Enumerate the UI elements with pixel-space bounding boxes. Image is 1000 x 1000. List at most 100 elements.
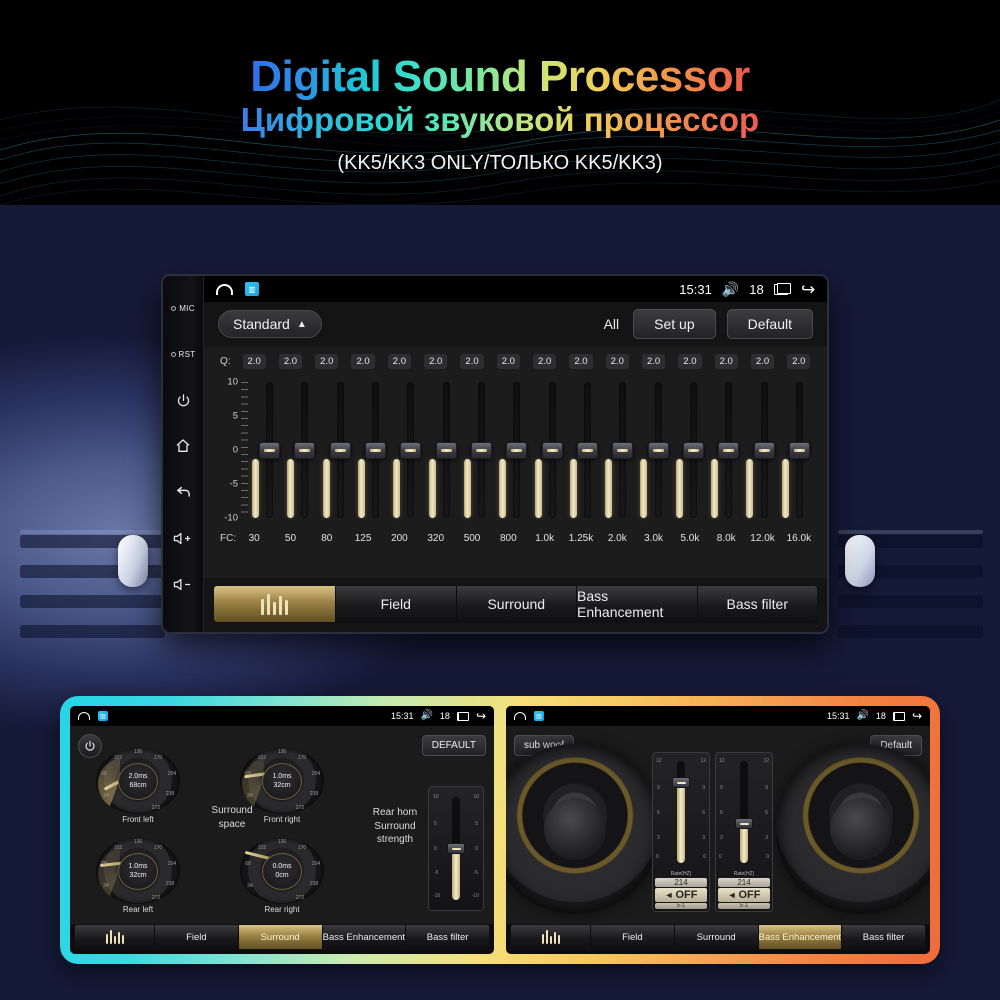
mini-app-icon-left[interactable]: ▥ <box>98 711 108 721</box>
bass-thumb-right[interactable] <box>735 818 753 829</box>
slider-thumb[interactable] <box>541 442 563 459</box>
mini-recents-icon-left[interactable] <box>456 711 469 721</box>
slider-thumb[interactable] <box>718 442 740 459</box>
statusbar-home-icon[interactable] <box>216 283 233 295</box>
q-value[interactable]: 2.0 <box>641 353 666 369</box>
q-value[interactable]: 2.0 <box>533 353 557 369</box>
mini-tab-equalizer-left[interactable] <box>75 925 155 949</box>
mini-app-icon-right[interactable]: ▥ <box>534 711 544 721</box>
mini-back-icon-right[interactable]: ↩ <box>912 709 922 723</box>
eq-band-slider[interactable] <box>357 374 393 526</box>
slider-thumb[interactable] <box>400 442 422 459</box>
slider-thumb[interactable] <box>506 442 528 459</box>
mini-tab-bass-enhancement-left[interactable]: Bass Enhancement <box>322 925 407 949</box>
q-value[interactable]: 2.0 <box>496 353 520 369</box>
statusbar-app-icon[interactable]: ▥ <box>245 282 259 296</box>
slider-thumb[interactable] <box>435 442 457 459</box>
eq-band-slider[interactable] <box>499 374 534 526</box>
woofer-right <box>776 744 930 914</box>
eq-band-slider[interactable] <box>746 374 781 526</box>
mini-tab-field-left[interactable]: Field <box>155 925 239 949</box>
back-button[interactable] <box>163 470 204 514</box>
mini-back-icon-left[interactable]: ↩ <box>476 709 486 723</box>
power-button[interactable] <box>163 378 204 422</box>
surround-default-button[interactable]: DEFAULT <box>421 735 486 756</box>
rear-horn-slider[interactable]: 10 5 0 -5 -10 10 5 0 -5 -10 <box>428 786 484 911</box>
mini-tab-bass-filter-right[interactable]: Bass filter <box>842 925 925 949</box>
q-value[interactable]: 2.0 <box>460 353 484 369</box>
eq-band-slider[interactable] <box>463 374 499 526</box>
slider-thumb[interactable] <box>753 442 775 459</box>
eq-band-slider[interactable] <box>287 374 322 526</box>
mini-tab-surround-left[interactable]: Surround <box>238 925 323 949</box>
mini-home-icon-right[interactable] <box>514 712 526 720</box>
rear-slider-thumb[interactable] <box>447 843 465 854</box>
mini-tab-bass-filter-left[interactable]: Bass filter <box>406 925 489 949</box>
tab-surround[interactable]: Surround <box>456 586 577 622</box>
knob-rear-right[interactable]: 0.0ms 0cm 136 170 204 238 272 102 68 34 … <box>240 838 324 914</box>
q-value[interactable]: 2.0 <box>714 353 738 369</box>
setup-button[interactable]: Set up <box>633 309 716 339</box>
mini-tab-bass-enhancement-right[interactable]: Bass Enhancement <box>758 925 843 949</box>
home-button[interactable] <box>163 424 204 468</box>
bass-toggle-left[interactable]: ◄ OFF <box>655 888 707 902</box>
q-value[interactable]: 2.0 <box>242 353 266 369</box>
statusbar-back-icon[interactable]: ↩ <box>801 280 815 299</box>
q-value[interactable]: 2.0 <box>278 353 303 369</box>
volume-up-button[interactable] <box>163 516 204 560</box>
preset-selector[interactable]: Standard ▲ <box>218 310 322 338</box>
slider-thumb[interactable] <box>682 442 704 459</box>
bass-slider-left[interactable]: 12 9 6 3 0 12 9 6 3 0 <box>653 753 709 869</box>
tab-equalizer[interactable] <box>214 586 336 622</box>
default-button[interactable]: Default <box>726 309 813 339</box>
slider-thumb[interactable] <box>365 442 387 459</box>
tab-field[interactable]: Field <box>336 586 457 622</box>
eq-band-slider[interactable] <box>428 374 464 526</box>
reset-indicator[interactable]: RST <box>163 332 204 376</box>
tab-bass-filter[interactable]: Bass filter <box>697 586 817 622</box>
knob-rear-left[interactable]: 1.0ms 32cm 136 170 204 238 272 102 68 34… <box>96 838 180 914</box>
slider-thumb[interactable] <box>788 442 810 459</box>
slider-thumb[interactable] <box>647 442 669 459</box>
bass-slider-right[interactable]: 12 9 6 3 0 12 9 6 3 0 <box>716 753 772 869</box>
q-value[interactable]: 2.0 <box>315 353 339 369</box>
eq-band-slider[interactable] <box>675 374 711 526</box>
eq-band-slider[interactable] <box>605 374 640 526</box>
mini-tab-surround-right[interactable]: Surround <box>674 925 759 949</box>
statusbar-recents-icon[interactable] <box>773 283 791 295</box>
slider-thumb[interactable] <box>576 442 598 459</box>
slider-thumb[interactable] <box>294 442 316 459</box>
slider-thumb[interactable] <box>471 442 493 459</box>
slider-thumb[interactable] <box>329 442 351 459</box>
eq-band-slider[interactable] <box>393 374 428 526</box>
mini-recents-icon-right[interactable] <box>892 711 905 721</box>
q-value[interactable]: 2.0 <box>387 353 412 369</box>
q-value[interactable]: 2.0 <box>787 353 811 369</box>
tab-bass-enhancement[interactable]: Bass Enhancement <box>577 586 698 622</box>
eq-band-slider[interactable] <box>640 374 675 526</box>
eq-band-slider[interactable] <box>252 374 287 526</box>
mini-tab-field-right[interactable]: Field <box>591 925 675 949</box>
mini-tab-equalizer-right[interactable] <box>511 925 591 949</box>
knob-front-left[interactable]: 2.0ms 68cm 136 170 204 238 272 102 68 34… <box>96 748 180 824</box>
q-value[interactable]: 2.0 <box>750 353 775 369</box>
bass-toggle-right[interactable]: ◄ OFF <box>718 888 770 902</box>
slider-thumb[interactable] <box>612 442 634 459</box>
q-value[interactable]: 2.0 <box>569 353 593 369</box>
q-value[interactable]: 2.0 <box>424 353 448 369</box>
eq-band-slider[interactable] <box>781 374 817 526</box>
eq-band-slider[interactable] <box>322 374 358 526</box>
eq-band-slider[interactable] <box>711 374 746 526</box>
q-value[interactable]: 2.0 <box>678 353 702 369</box>
rate-value-right[interactable]: 214 <box>718 878 770 887</box>
q-value[interactable]: 2.0 <box>351 353 375 369</box>
bass-thumb-left[interactable] <box>672 777 690 788</box>
rate-value-left[interactable]: 214 <box>655 878 707 887</box>
eq-band-slider[interactable] <box>534 374 570 526</box>
slider-thumb[interactable] <box>259 442 281 459</box>
mini-home-icon-left[interactable] <box>78 712 90 720</box>
volume-down-button[interactable] <box>163 562 204 606</box>
eq-band-slider[interactable] <box>569 374 605 526</box>
q-value[interactable]: 2.0 <box>605 353 629 369</box>
all-label[interactable]: All <box>604 316 620 332</box>
